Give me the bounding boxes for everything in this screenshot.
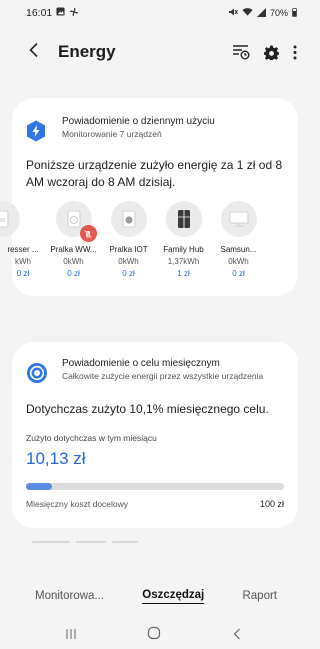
device-cost: 0 zł: [122, 269, 135, 278]
daily-summary-text: Poniższe urządzenie zużyło energię za 1 …: [26, 158, 283, 189]
signal-icon: [256, 7, 266, 19]
more-options-icon[interactable]: [293, 45, 297, 60]
refrigerator-icon: [165, 201, 202, 237]
gallery-notification-icon: [56, 7, 65, 19]
device-cost: 0 zł: [232, 269, 245, 278]
schedule-filter-icon[interactable]: [232, 44, 250, 60]
device-item[interactable]: Pralka IOT 0kWh 0 zł: [101, 201, 156, 281]
home-icon[interactable]: [147, 626, 161, 645]
device-name: resser ...: [7, 245, 39, 254]
battery-percent: 70%: [269, 8, 288, 18]
mute-icon: [228, 7, 238, 19]
fan-notification-icon: [69, 7, 79, 20]
daily-notification-title: Powiadomienie o dziennym użyciu: [62, 116, 215, 127]
device-name: Pralka WW...: [50, 245, 97, 254]
page-title: Energy: [58, 42, 116, 61]
bottom-tab-bar: Monitorowa... Oszczędzaj Raport: [0, 578, 307, 614]
device-kwh: kWh: [15, 257, 31, 266]
daily-notification-header: Powiadomienie o dziennym użyciu Monitoro…: [12, 98, 298, 142]
monthly-goal-card[interactable]: Powiadomienie o celu miesięcznym Całkowi…: [12, 342, 298, 528]
monthly-notification-subtitle: Całkowite zużycie energii przez wszystki…: [62, 371, 264, 381]
tab-monitoring[interactable]: Monitorowa...: [35, 590, 104, 602]
energy-bolt-icon: [26, 120, 48, 142]
daily-usage-card[interactable]: Powiadomienie o dziennym użyciu Monitoro…: [0, 98, 298, 296]
device-item[interactable]: Samsun... 0kWh 0 zł: [211, 201, 266, 281]
coffee-machine-icon: [0, 201, 20, 237]
device-item[interactable]: Family Hub 1,37kWh 1 zł: [156, 201, 211, 281]
month-usage-value: 10,13 zł: [26, 449, 86, 468]
tab-report[interactable]: Raport: [242, 590, 277, 602]
device-kwh: 0kWh: [228, 257, 249, 266]
battery-icon: [292, 7, 297, 19]
device-name: Samsun...: [220, 245, 257, 254]
status-bar: 16:01 70%: [0, 0, 307, 26]
back-button[interactable]: [28, 42, 50, 62]
month-usage-label: Zużyto dotychczas w tym miesiącu: [26, 433, 157, 443]
disconnected-badge-icon: [79, 225, 97, 242]
nav-back-icon[interactable]: [232, 627, 242, 645]
washing-machine-icon: [110, 201, 147, 237]
status-time: 16:01: [26, 7, 53, 19]
wifi-icon: [242, 7, 253, 19]
device-cost: 0 zł: [67, 269, 80, 278]
next-card-peek: [32, 541, 152, 544]
device-kwh: 0kWh: [118, 257, 139, 266]
device-cost: 1 zł: [177, 269, 190, 278]
daily-notification-subtitle: Monitorowanie 7 urządzeń: [62, 129, 162, 139]
tab-save[interactable]: Oszczędzaj: [142, 589, 205, 604]
tv-icon: [220, 201, 257, 237]
device-item[interactable]: Pralka WW... 0kWh 0 zł: [46, 201, 101, 281]
monthly-summary-text: Dotychczas zużyto 10,1% miesięcznego cel…: [26, 402, 269, 416]
monthly-notification-header: Powiadomienie o celu miesięcznym Całkowi…: [12, 342, 298, 384]
recent-apps-icon[interactable]: [65, 627, 77, 645]
device-kwh: 1,37kWh: [167, 257, 200, 266]
goal-progress-bar: [26, 483, 284, 490]
device-name: Family Hub: [163, 245, 204, 254]
device-list[interactable]: resser ... kWh 0 zł Pralka WW... 0kWh 0 …: [0, 201, 307, 281]
device-kwh: 0kWh: [63, 257, 84, 266]
device-name: Pralka IOT: [109, 245, 148, 254]
goal-label: Miesięczny koszt docelowy: [26, 499, 129, 509]
device-item[interactable]: resser ... kWh 0 zł: [0, 201, 46, 281]
washing-machine-icon: [55, 201, 97, 242]
device-cost: 0 zł: [16, 269, 30, 278]
system-nav-bar: [0, 622, 307, 649]
goal-value: 100 zł: [259, 499, 284, 509]
monthly-notification-title: Powiadomienie o celu miesięcznym: [62, 358, 220, 369]
settings-gear-icon[interactable]: [264, 44, 279, 60]
goal-target-icon: [26, 362, 48, 384]
goal-progress-fill: [26, 483, 53, 490]
goal-row: Miesięczny koszt docelowy 100 zł: [12, 499, 298, 509]
app-header: Energy: [0, 32, 307, 72]
